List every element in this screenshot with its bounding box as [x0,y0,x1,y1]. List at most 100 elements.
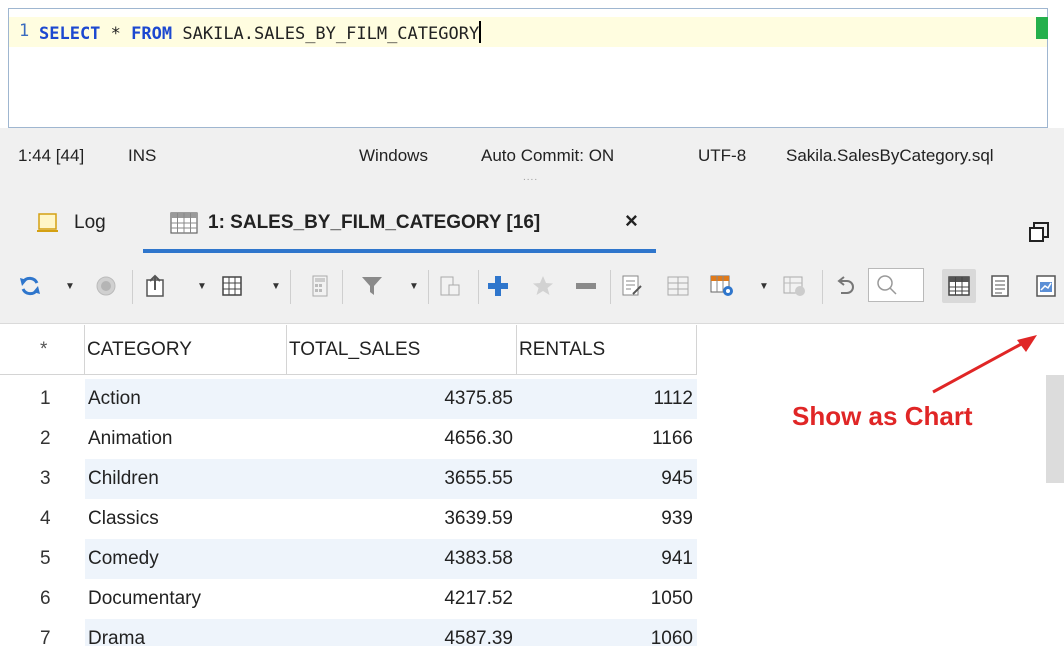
toolbar-separator [132,270,133,304]
tab-log[interactable]: Log [36,206,106,240]
export-icon [146,274,164,297]
validate-button[interactable] [780,272,808,300]
toolbar-separator [478,270,479,304]
grid-icon [222,276,242,296]
cell-category[interactable]: Action [85,379,287,419]
stop-button[interactable] [92,272,120,300]
grid-corner[interactable]: * [0,325,85,375]
sql-keyword-select: SELECT [39,24,101,44]
filter-button[interactable] [358,272,386,300]
star-icon [533,276,553,295]
cell-rentals[interactable]: 945 [517,459,697,499]
sql-editor[interactable]: 1 SELECT * FROM SAKILA.SALES_BY_FILM_CAT… [8,8,1048,128]
cell-rentals[interactable]: 941 [517,539,697,579]
cell-category[interactable]: Comedy [85,539,287,579]
row-number: 3 [0,459,85,499]
cell-total-sales[interactable]: 3655.55 [287,459,517,499]
grid-view-button[interactable] [942,269,976,303]
grid-layout-dropdown[interactable]: ▼ [270,278,282,294]
show-as-chart-button[interactable] [1032,272,1060,300]
vertical-scrollbar[interactable] [1046,375,1064,483]
find-input[interactable] [868,268,924,302]
sql-query-text[interactable]: SELECT * FROM SAKILA.SALES_BY_FILM_CATEG… [39,21,482,44]
auto-commit-status[interactable]: Auto Commit: ON [481,146,614,166]
grid-settings-icon [710,275,733,296]
toolbar-separator [290,270,291,304]
undo-icon [837,276,854,294]
cell-total-sales[interactable]: 4587.39 [287,619,517,646]
result-tabs: Log 1: SALES_BY_FILM_CATEGORY [16] × [0,184,1064,256]
encoding[interactable]: UTF-8 [698,146,746,166]
cell-category[interactable]: Classics [85,499,287,539]
text-view-button[interactable] [986,272,1014,300]
text-caret [479,21,482,43]
cell-total-sales[interactable]: 4656.30 [287,419,517,459]
cell-category[interactable]: Drama [85,619,287,646]
row-number: 5 [0,539,85,579]
stop-icon [96,276,116,296]
active-tab-indicator [143,249,656,253]
favorite-button[interactable] [529,272,557,300]
grid-settings-button[interactable] [708,272,736,300]
plus-icon [488,276,508,296]
delete-row-button[interactable] [572,272,600,300]
cell-total-sales[interactable]: 4383.58 [287,539,517,579]
row-number: 4 [0,499,85,539]
editor-status-marker [1036,17,1048,39]
edit-record-button[interactable] [618,272,646,300]
cell-rentals[interactable]: 939 [517,499,697,539]
cell-total-sales[interactable]: 3639.59 [287,499,517,539]
cell-category[interactable]: Animation [85,419,287,459]
cursor-position: 1:44 [44] [18,146,85,165]
column-header-total-sales[interactable]: TOTAL_SALES [287,325,517,375]
tab-log-label: Log [74,212,106,233]
split-view-button[interactable] [436,272,464,300]
line-endings[interactable]: Windows [359,146,428,166]
grid-layout-button[interactable] [218,272,246,300]
log-icon [37,213,58,232]
cell-category[interactable]: Documentary [85,579,287,619]
column-header-category[interactable]: CATEGORY [85,325,287,375]
calculator-button[interactable] [306,272,334,300]
text-view-icon [991,275,1009,297]
cell-total-sales[interactable]: 4217.52 [287,579,517,619]
close-tab-icon[interactable]: × [625,208,638,234]
undo-button[interactable] [830,272,858,300]
compare-button[interactable] [664,272,692,300]
validate-grid-icon [783,276,805,296]
sql-star: * [110,24,121,44]
refresh-button[interactable] [16,272,44,300]
result-toolbar: ▼ ▼ ▼ ▼ ▼ [0,256,1064,324]
row-number: 2 [0,419,85,459]
export-dropdown[interactable]: ▼ [196,278,208,294]
toolbar-separator [610,270,611,304]
filter-dropdown[interactable]: ▼ [408,278,420,294]
toolbar-separator [822,270,823,304]
tab-result-label: 1: SALES_BY_FILM_CATEGORY [16] [208,212,541,233]
tab-result-set[interactable]: 1: SALES_BY_FILM_CATEGORY [16] [170,206,540,240]
splitter-grip[interactable]: .... [523,172,538,183]
cell-rentals[interactable]: 1166 [517,419,697,459]
minus-icon [576,283,596,289]
refresh-icon [20,276,40,296]
cell-category[interactable]: Children [85,459,287,499]
row-number: 1 [0,379,85,419]
file-name: Sakila.SalesByCategory.sql [786,146,994,165]
refresh-dropdown[interactable]: ▼ [64,278,76,294]
grid-view-icon [948,276,970,296]
cell-rentals[interactable]: 1112 [517,379,697,419]
split-view-icon [440,276,460,296]
restore-window-icon[interactable] [1028,221,1050,243]
toolbar-separator [342,270,343,304]
add-row-button[interactable] [484,272,512,300]
cell-rentals[interactable]: 1060 [517,619,697,646]
cell-total-sales[interactable]: 4375.85 [287,379,517,419]
filter-icon [362,277,382,295]
column-header-rentals[interactable]: RENTALS [517,325,697,375]
grid-table-icon [170,212,198,234]
editor-status-bar: 1:44 [44] INS Windows Auto Commit: ON UT… [0,128,1064,184]
export-button[interactable] [142,272,170,300]
cell-rentals[interactable]: 1050 [517,579,697,619]
grid-settings-dropdown[interactable]: ▼ [758,278,770,294]
insert-mode[interactable]: INS [128,146,156,166]
